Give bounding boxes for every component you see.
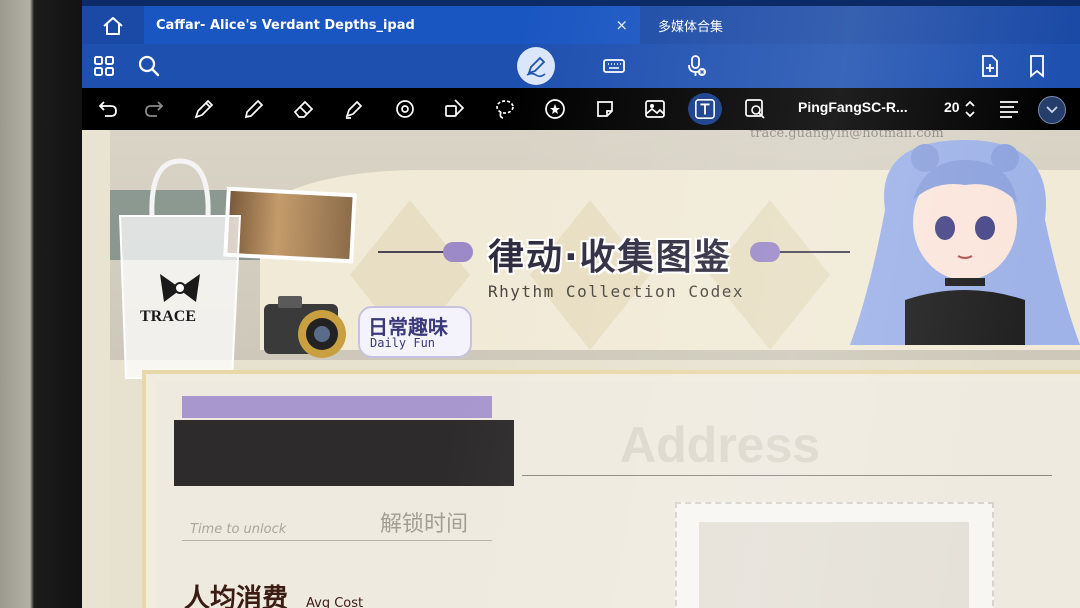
color-picker-button[interactable] xyxy=(1038,96,1066,124)
chevron-down-icon xyxy=(1046,106,1058,114)
badge-subtitle: Daily Fun xyxy=(370,336,436,350)
tab-title: 多媒体合集 xyxy=(658,19,724,35)
sticky-note-icon[interactable] xyxy=(593,97,617,121)
mic-icon[interactable] xyxy=(684,54,708,78)
undo-icon[interactable] xyxy=(96,97,120,121)
tab-multimedia[interactable]: 多媒体合集 xyxy=(650,6,810,44)
unlock-label-en: Time to unlock xyxy=(190,522,287,537)
title-line-right xyxy=(780,251,850,253)
stepper-icon[interactable] xyxy=(964,99,976,119)
avg-cost-label-cn: 人均消费 xyxy=(184,584,289,608)
unlock-line xyxy=(182,540,492,541)
font-size-selector[interactable]: 20 xyxy=(944,99,960,115)
tab-bar: Caffar- Alice's Verdant Depths_ipad × 多媒… xyxy=(82,6,1080,44)
eraser-icon[interactable] xyxy=(292,97,316,121)
address-line xyxy=(522,475,1052,476)
title-dot-left xyxy=(443,242,473,262)
address-label: Address xyxy=(620,417,821,473)
page-subtitle: Rhythm Collection Codex xyxy=(488,282,745,301)
pen-mode-button[interactable] xyxy=(517,47,555,85)
tab-active-document[interactable]: Caffar- Alice's Verdant Depths_ipad × xyxy=(144,6,640,44)
keyboard-icon[interactable] xyxy=(602,54,626,78)
text-tool-button[interactable] xyxy=(688,93,722,125)
title-dot-right xyxy=(750,242,780,262)
app-screen: Caffar- Alice's Verdant Depths_ipad × 多媒… xyxy=(82,6,1080,608)
text-icon xyxy=(695,99,715,119)
pencil-icon[interactable] xyxy=(242,97,266,121)
pen-icon[interactable] xyxy=(192,97,216,121)
pen-mode-icon xyxy=(526,56,546,78)
image-icon[interactable] xyxy=(643,97,667,121)
document-page[interactable]: trace.guangyin@hotmail.com 律动·收集图鉴 Rhyth… xyxy=(110,130,1080,608)
home-icon[interactable] xyxy=(102,16,124,36)
sticker-icon[interactable] xyxy=(543,97,567,121)
shopping-bag-icon xyxy=(118,158,242,379)
stamp-frame[interactable] xyxy=(675,502,994,608)
bag-label: TRACE xyxy=(140,308,197,325)
font-name-selector[interactable]: PingFangSC-R... xyxy=(798,99,908,115)
drawing-toolbar: PingFangSC-R... 20 xyxy=(82,88,1080,130)
title-tape xyxy=(182,396,492,418)
character-illustration xyxy=(850,140,1080,345)
page-title: 律动·收集图鉴 xyxy=(488,237,732,278)
tab-title: Caffar- Alice's Verdant Depths_ipad xyxy=(156,17,415,33)
redo-icon[interactable] xyxy=(142,97,166,121)
align-icon[interactable] xyxy=(998,98,1020,120)
highlighter-icon[interactable] xyxy=(342,97,366,121)
zoom-icon[interactable] xyxy=(743,97,767,121)
add-page-icon[interactable] xyxy=(978,54,1002,78)
unlock-label-cn: 解锁时间 xyxy=(380,512,469,537)
lasso-icon[interactable] xyxy=(493,97,517,121)
lasso-shapes-icon[interactable] xyxy=(443,97,467,121)
close-icon[interactable]: × xyxy=(615,16,628,34)
shape-icon[interactable] xyxy=(393,97,417,121)
device-bezel xyxy=(0,0,82,608)
redacted-title-box[interactable] xyxy=(174,420,514,486)
bookmark-icon[interactable] xyxy=(1025,54,1049,78)
camera-icon xyxy=(264,296,346,358)
search-icon[interactable] xyxy=(137,54,161,78)
main-toolbar xyxy=(82,44,1080,88)
avg-cost-label-en: Avg Cost xyxy=(306,596,364,608)
daily-fun-badge: 日常趣味 Daily Fun xyxy=(358,306,472,358)
grid-icon[interactable] xyxy=(92,54,116,78)
